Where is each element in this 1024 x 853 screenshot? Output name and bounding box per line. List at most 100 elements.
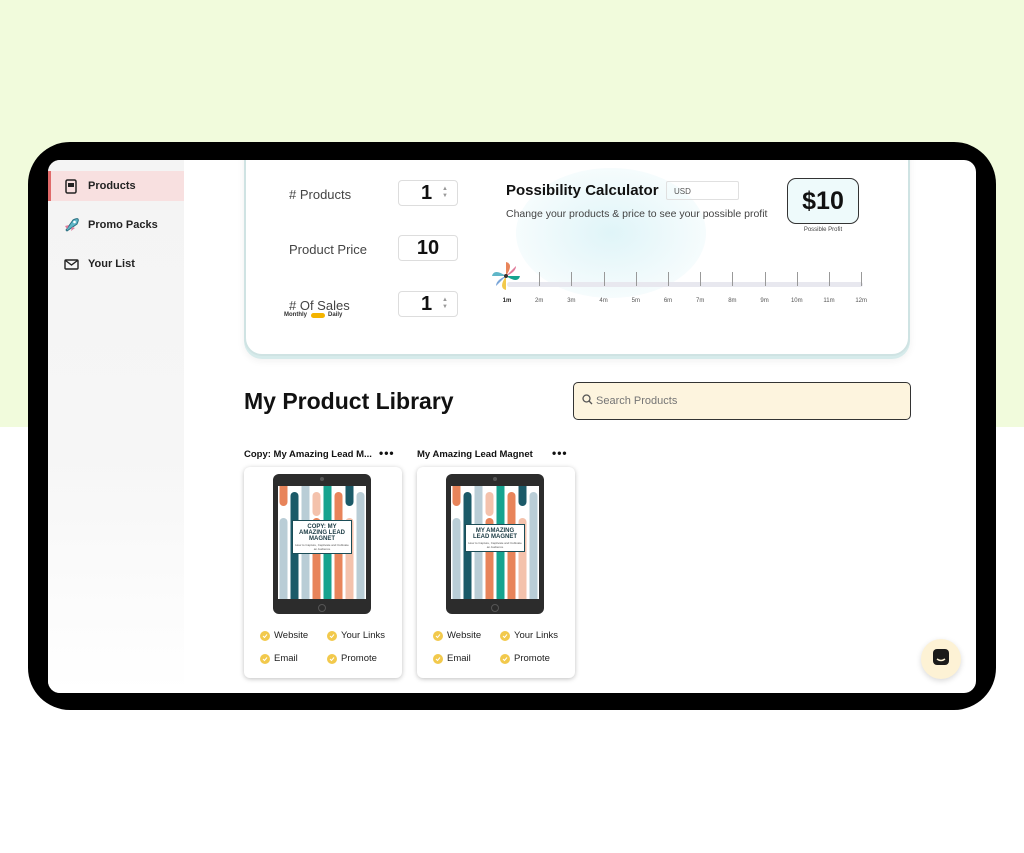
sidebar: Products Promo Packs Your List	[48, 160, 184, 693]
possible-profit-value: $10	[787, 178, 859, 224]
month-tick-label[interactable]: 9m	[755, 298, 775, 304]
month-tick-label[interactable]: 4m	[594, 298, 614, 304]
more-options-icon[interactable]: •••	[552, 446, 568, 460]
rocket-icon	[61, 217, 81, 233]
cover-title: MY AMAZING LEAD MAGNET	[473, 528, 517, 540]
check-icon	[327, 630, 337, 641]
check-icon	[433, 653, 443, 664]
number-stepper-icon[interactable]: ▲ ▼	[441, 297, 449, 311]
chat-button[interactable]	[921, 639, 961, 679]
sales-period-toggle-row: Monthly Daily	[284, 312, 342, 318]
action-label: Email	[447, 653, 471, 664]
sales-period-toggle[interactable]	[311, 312, 325, 318]
month-tick-label[interactable]: 1m	[497, 298, 517, 304]
check-icon	[260, 630, 270, 641]
product-name[interactable]: Copy: My Amazing Lead M...	[244, 449, 372, 460]
action-label: Website	[447, 630, 482, 641]
tablet-camera	[320, 477, 324, 481]
month-tick-label[interactable]: 5m	[626, 298, 646, 304]
tablet-home-button	[318, 604, 326, 612]
sidebar-item-promo-packs[interactable]: Promo Packs	[48, 210, 184, 240]
sidebar-item-label: Promo Packs	[88, 219, 158, 231]
month-tick-label[interactable]: 11m	[819, 298, 839, 304]
month-tick-label[interactable]: 7m	[690, 298, 710, 304]
products-count-input[interactable]: 1 ▲ ▼	[398, 180, 458, 206]
currency-select[interactable]: USD	[666, 181, 739, 200]
month-tick	[764, 272, 766, 286]
check-icon	[327, 653, 337, 664]
number-stepper-icon[interactable]: ▲ ▼	[441, 186, 449, 200]
month-tick	[603, 272, 605, 286]
tablet-home-button	[491, 604, 499, 612]
month-tick	[668, 272, 669, 286]
check-icon	[260, 653, 270, 664]
possible-profit-caption: Possible Profit	[803, 227, 843, 233]
action-label: Website	[274, 630, 309, 641]
more-options-icon[interactable]: •••	[379, 446, 395, 460]
product-card[interactable]: COPY: MY AMAZING LEAD MAGNET How to Capt…	[244, 467, 402, 678]
search-input[interactable]	[596, 395, 896, 407]
month-tick	[700, 272, 702, 286]
pinwheel-slider-handle-icon[interactable]	[490, 260, 522, 297]
action-label: Your Links	[514, 630, 559, 641]
month-slider-track[interactable]	[507, 282, 863, 287]
calculator-title: Possibility Calculator	[506, 182, 659, 199]
search-icon	[582, 392, 593, 410]
toggle-label-monthly: Monthly	[284, 312, 307, 318]
product-price-label: Product Price	[289, 242, 368, 257]
check-icon	[433, 630, 443, 641]
month-tick-label[interactable]: 12m	[851, 298, 871, 304]
action-label: Your Links	[341, 630, 386, 641]
action-label: Promote	[514, 653, 550, 664]
cover-subtitle: How to Capture, Captivate and Cultivate …	[295, 543, 349, 551]
cover-title: COPY: MY AMAZING LEAD MAGNET	[299, 524, 345, 542]
cover-subtitle: How to Capture, Captivate and Cultivate …	[468, 541, 522, 549]
chat-icon	[932, 648, 950, 671]
product-price-input[interactable]: 10	[398, 235, 458, 261]
product-cover-tablet: MY AMAZING LEAD MAGNET How to Capture, C…	[446, 474, 544, 614]
action-your-links[interactable]: Your Links	[500, 630, 558, 641]
action-your-links[interactable]: Your Links	[327, 630, 385, 641]
month-tick-label[interactable]: 6m	[658, 298, 678, 304]
toggle-label-daily: Daily	[328, 312, 343, 318]
sales-count-value: 1	[421, 293, 433, 315]
month-tick	[796, 272, 798, 286]
calculator-description: Change your products & price to see your…	[506, 208, 768, 220]
sidebar-item-label: Products	[88, 180, 136, 192]
product-cover-image: COPY: MY AMAZING LEAD MAGNET How to Capt…	[278, 486, 366, 599]
action-label: Email	[274, 653, 298, 664]
possibility-calculator-card: # Products 1 ▲ ▼ Product Price 10 # Of Sa…	[244, 160, 910, 356]
action-email[interactable]: Email	[260, 653, 298, 664]
check-icon	[500, 630, 510, 641]
product-cover-image: MY AMAZING LEAD MAGNET How to Capture, C…	[451, 486, 539, 599]
sales-count-label: # Of Sales	[289, 298, 350, 313]
action-label: Promote	[341, 653, 377, 664]
month-tick-label[interactable]: 8m	[722, 298, 742, 304]
cover-text-box: MY AMAZING LEAD MAGNET How to Capture, C…	[465, 524, 525, 552]
library-title: My Product Library	[244, 388, 454, 414]
product-card[interactable]: MY AMAZING LEAD MAGNET How to Capture, C…	[417, 467, 575, 678]
search-box[interactable]	[573, 382, 911, 420]
sidebar-item-your-list[interactable]: Your List	[48, 249, 184, 279]
sidebar-item-label: Your List	[88, 258, 135, 270]
products-count-label: # Products	[289, 187, 352, 202]
sales-count-input[interactable]: 1 ▲ ▼	[398, 291, 458, 317]
action-website[interactable]: Website	[433, 630, 481, 641]
month-tick-label[interactable]: 10m	[787, 298, 807, 304]
month-tick-label[interactable]: 2m	[529, 298, 549, 304]
action-promote[interactable]: Promote	[327, 653, 377, 664]
book-icon	[61, 178, 81, 194]
action-website[interactable]: Website	[260, 630, 308, 641]
action-promote[interactable]: Promote	[500, 653, 550, 664]
month-tick	[635, 272, 637, 286]
month-tick	[829, 272, 830, 286]
check-icon	[500, 653, 510, 664]
mail-icon	[61, 258, 81, 270]
app-screen: Products Promo Packs Your List # Product…	[48, 160, 976, 693]
sidebar-item-products[interactable]: Products	[48, 171, 184, 201]
action-email[interactable]: Email	[433, 653, 471, 664]
product-price-value: 10	[416, 237, 440, 259]
month-tick	[539, 272, 541, 286]
product-name[interactable]: My Amazing Lead Magnet	[417, 449, 533, 460]
month-tick-label[interactable]: 3m	[561, 298, 581, 304]
